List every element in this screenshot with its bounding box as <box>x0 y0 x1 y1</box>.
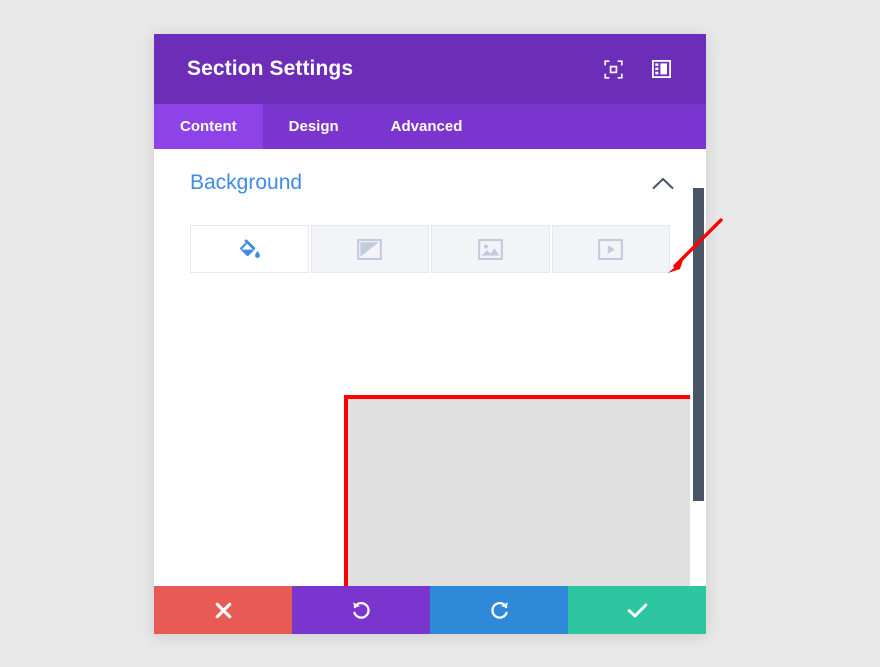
modal-footer <box>154 586 706 634</box>
gradient-icon <box>357 238 383 260</box>
modal-header: Section Settings <box>154 34 706 104</box>
tab-advanced-label: Advanced <box>390 118 463 135</box>
undo-button[interactable] <box>292 586 430 634</box>
save-button[interactable] <box>568 586 706 634</box>
video-icon <box>598 238 624 260</box>
redo-button[interactable] <box>430 586 568 634</box>
paint-bucket-icon <box>238 238 261 261</box>
background-color-picker-area[interactable] <box>344 395 706 586</box>
tab-content-label: Content <box>180 118 237 135</box>
tab-design-label: Design <box>288 118 339 135</box>
close-x-icon <box>214 601 233 620</box>
chevron-up-icon[interactable] <box>652 177 674 190</box>
redo-arrow-icon <box>489 600 510 621</box>
tab-advanced[interactable]: Advanced <box>365 104 489 149</box>
page-title: Section Settings <box>187 57 354 80</box>
modal-body: Background <box>154 149 706 586</box>
background-gradient-tab[interactable] <box>310 225 429 273</box>
tab-design[interactable]: Design <box>263 104 365 149</box>
settings-scroll-content: Background <box>154 149 706 586</box>
layout-panel-icon[interactable] <box>644 52 678 86</box>
background-image-tab[interactable] <box>431 225 550 273</box>
background-section-toggle[interactable]: Background <box>154 149 706 195</box>
background-video-tab[interactable] <box>551 225 670 273</box>
background-type-tabs <box>190 225 670 273</box>
image-icon <box>477 238 503 260</box>
background-color-tab[interactable] <box>190 225 309 273</box>
checkmark-icon <box>627 602 648 619</box>
tab-content[interactable]: Content <box>154 104 263 149</box>
modal-tab-bar: Content Design Advanced <box>154 104 706 149</box>
modal-scrollbar-track[interactable] <box>690 149 706 586</box>
background-section-label: Background <box>190 171 303 194</box>
fullscreen-expand-icon[interactable] <box>596 52 630 86</box>
cancel-button[interactable] <box>154 586 292 634</box>
undo-arrow-icon <box>351 600 372 621</box>
section-settings-modal: Section Settings Content Design Advanced… <box>154 34 706 634</box>
modal-scrollbar-thumb[interactable] <box>693 188 704 501</box>
